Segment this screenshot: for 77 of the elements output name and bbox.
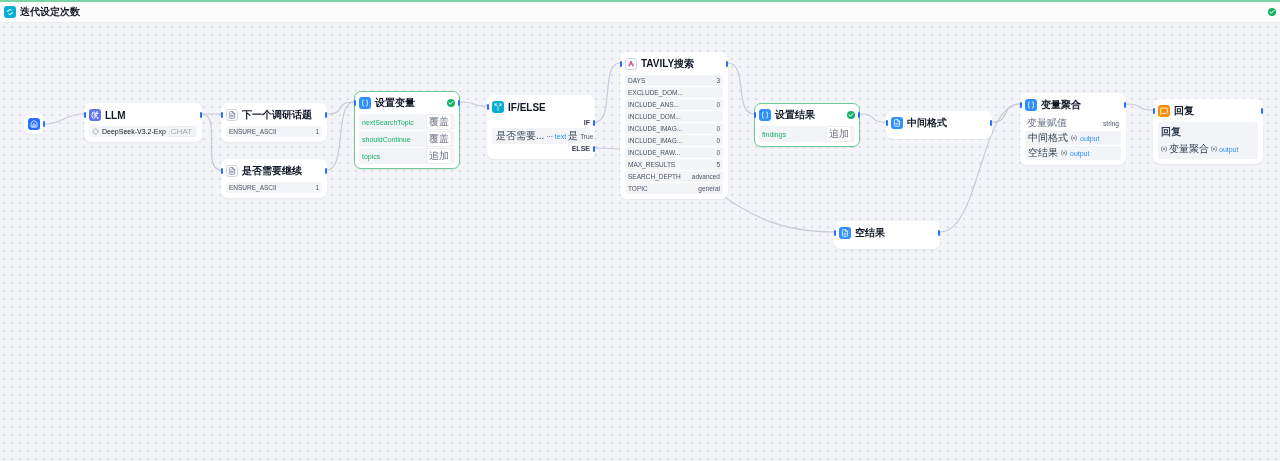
connection-handle[interactable] (354, 100, 356, 106)
success-icon (447, 99, 455, 107)
source-node-label: 变量聚合 (1169, 142, 1209, 156)
connection-handle[interactable] (1124, 102, 1126, 108)
connection-handle[interactable] (325, 168, 327, 174)
connection-handle[interactable] (990, 120, 992, 126)
connection-line (727, 62, 755, 115)
mode-tag: CHAT (168, 126, 194, 137)
connection-handle[interactable] (458, 100, 460, 106)
connection-handle[interactable] (726, 61, 728, 67)
connection-handle[interactable] (593, 120, 595, 126)
success-icon (847, 111, 855, 119)
node-title: IF/ELSE (508, 101, 547, 113)
connection-handle[interactable] (1261, 108, 1263, 114)
write-mode: 追加 (426, 148, 452, 164)
chat-bubble-icon (1158, 105, 1170, 117)
connection-handle[interactable] (620, 61, 622, 67)
connection-line (43, 113, 85, 125)
connection-handle[interactable] (834, 230, 836, 236)
loop-icon (4, 6, 16, 18)
document-icon (226, 109, 238, 121)
home-icon (28, 118, 40, 130)
source-node-label: 中间格式 (1028, 131, 1068, 145)
variable-icon (1071, 135, 1077, 141)
node-title: 空结果 (855, 226, 886, 240)
connection-handle[interactable] (593, 146, 595, 152)
write-mode: 覆盖 (426, 131, 452, 147)
comparison: 是 (568, 129, 579, 143)
connection-handle[interactable] (754, 112, 756, 118)
connection-line (594, 62, 621, 123)
variable-icon (1211, 146, 1217, 152)
brain-icon (89, 109, 101, 121)
tool-logo-icon (625, 58, 637, 70)
node-title: 回复 (1174, 104, 1195, 118)
variable-icon (1061, 150, 1067, 156)
write-mode: 追加 (826, 126, 852, 142)
braces-icon (1025, 99, 1037, 111)
connection-handle[interactable] (200, 112, 202, 118)
start-node[interactable] (24, 114, 44, 134)
code-file-icon (839, 227, 851, 239)
node-title: 下一个调研话题 (242, 108, 313, 122)
model-icon (92, 128, 99, 135)
branch-icon (492, 101, 504, 113)
answer-label: 回复 (1161, 125, 1181, 139)
connection-line (859, 113, 887, 123)
node-title: TAVILY搜索 (641, 57, 696, 71)
braces-icon (359, 97, 371, 109)
connection-handle[interactable] (938, 230, 940, 236)
connection-line (1125, 103, 1154, 111)
connection-handle[interactable] (487, 104, 489, 110)
connection-handle[interactable] (858, 112, 860, 118)
connection-handle[interactable] (221, 168, 223, 174)
iteration-title: 迭代设定次数 (20, 5, 80, 19)
variable-icon (1161, 146, 1167, 152)
source-node-label: 空结果 (1028, 146, 1058, 160)
connection-handle[interactable] (325, 112, 327, 118)
node-title: 设置变量 (375, 96, 416, 110)
write-mode: 覆盖 (426, 114, 452, 130)
connection-handle[interactable] (43, 121, 45, 127)
node-title: 设置结果 (775, 108, 816, 122)
connection-handle[interactable] (886, 120, 888, 126)
connection-line (459, 101, 488, 107)
document-icon (226, 165, 238, 177)
code-file-icon (891, 117, 903, 129)
connection-handle[interactable] (1020, 102, 1022, 108)
connection-handle[interactable] (84, 112, 86, 118)
workflow-node[interactable]: 中间格式 (886, 111, 992, 139)
node-title: 变量聚合 (1041, 98, 1082, 112)
braces-icon (759, 109, 771, 121)
connection-handle[interactable] (1153, 108, 1155, 114)
node-title: LLM (105, 109, 127, 121)
node-title: 中间格式 (907, 116, 948, 130)
connection-handle[interactable] (221, 112, 223, 118)
condition-variable: 是否需要... (496, 129, 545, 143)
workflow-node[interactable]: 空结果 (834, 221, 940, 249)
node-title: 是否需要继续 (242, 164, 303, 178)
group-name: 变量赋值 (1027, 116, 1067, 130)
